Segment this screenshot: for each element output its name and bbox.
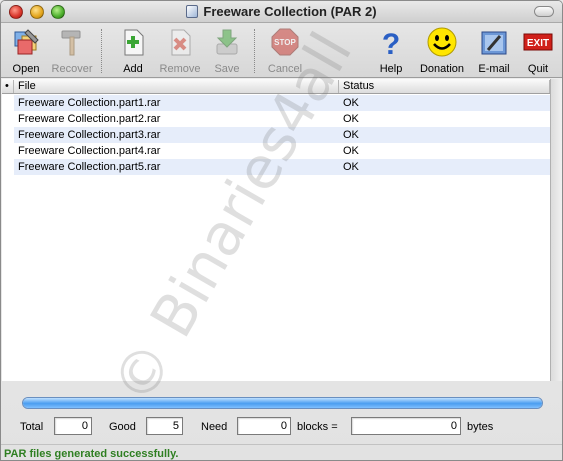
- status-cell: OK: [343, 113, 359, 125]
- total-label: Total: [20, 421, 44, 433]
- status-cell: OK: [343, 97, 359, 109]
- good-field: 5: [146, 417, 183, 435]
- progress-bar: [22, 397, 543, 409]
- file-cell: Freeware Collection.part5.rar: [18, 161, 161, 173]
- cancel-label: Cancel: [267, 63, 303, 75]
- stop-icon: STOP: [269, 26, 301, 58]
- save-button[interactable]: Save: [203, 26, 251, 76]
- exit-icon: EXIT: [522, 26, 554, 58]
- status-cell: OK: [343, 129, 359, 141]
- donation-button[interactable]: Donation: [418, 26, 466, 76]
- quit-button[interactable]: EXIT Quit: [514, 26, 562, 76]
- table-row[interactable]: Freeware Collection.part1.rar OK: [14, 95, 550, 111]
- column-header-file[interactable]: File: [14, 80, 339, 93]
- table-row[interactable]: Freeware Collection.part2.rar OK: [14, 111, 550, 127]
- toolbar-toggle-button[interactable]: [534, 6, 554, 17]
- table-row[interactable]: Freeware Collection.part4.rar OK: [14, 143, 550, 159]
- open-icon: [10, 26, 42, 58]
- save-icon: [211, 26, 243, 58]
- app-window: Freeware Collection (PAR 2) Open Recover…: [0, 0, 563, 461]
- window-title: Freeware Collection (PAR 2): [203, 4, 377, 19]
- toolbar-separator: [101, 29, 102, 73]
- cancel-button[interactable]: STOP Cancel: [261, 26, 309, 76]
- total-field: 0: [54, 417, 92, 435]
- need-label: Need: [201, 421, 228, 433]
- status-message: PAR files generated successfully.: [1, 444, 562, 460]
- vertical-scrollbar[interactable]: [550, 79, 562, 381]
- recover-label: Recover: [51, 63, 93, 75]
- remove-file-icon: [164, 26, 196, 58]
- mail-icon: [478, 26, 510, 58]
- table-row[interactable]: Freeware Collection.part3.rar OK: [14, 127, 550, 143]
- file-cell: Freeware Collection.part3.rar: [18, 129, 161, 141]
- status-cell: OK: [343, 161, 359, 173]
- exit-icon-text: EXIT: [527, 38, 549, 49]
- table-row[interactable]: Freeware Collection.part5.rar OK: [14, 159, 550, 175]
- help-button[interactable]: ? Help: [367, 26, 415, 76]
- blocks-label: blocks =: [297, 421, 338, 433]
- help-icon-text: ?: [382, 28, 400, 58]
- file-cell: Freeware Collection.part4.rar: [18, 145, 161, 157]
- document-icon: [186, 5, 199, 18]
- need-field: 0: [237, 417, 291, 435]
- progress-bar-fill: [23, 398, 542, 408]
- bytes-field: 0: [351, 417, 461, 435]
- status-cell: OK: [343, 145, 359, 157]
- column-header-marker[interactable]: •: [2, 80, 14, 93]
- block-counts: Total 0 Good 5 Need 0 blocks = 0 bytes: [1, 417, 562, 437]
- smiley-icon: [426, 26, 458, 58]
- toolbar: Open Recover Add Remove Save STOP Cancel…: [1, 23, 562, 78]
- table-header: • File Status: [2, 79, 550, 94]
- file-cell: Freeware Collection.part2.rar: [18, 113, 161, 125]
- save-label: Save: [214, 63, 240, 75]
- help-icon: ?: [375, 26, 407, 61]
- good-label: Good: [109, 421, 136, 433]
- bytes-label: bytes: [467, 421, 494, 433]
- add-file-icon: [117, 26, 149, 58]
- file-cell: Freeware Collection.part1.rar: [18, 97, 161, 109]
- file-table[interactable]: • File Status Freeware Collection.part1.…: [2, 79, 550, 381]
- recover-button[interactable]: Recover: [48, 26, 96, 76]
- column-header-status[interactable]: Status: [339, 80, 550, 93]
- donation-label: Donation: [419, 63, 465, 75]
- quit-label: Quit: [527, 63, 549, 75]
- title-bar: Freeware Collection (PAR 2): [1, 1, 562, 23]
- hammer-icon: [56, 26, 88, 58]
- stop-icon-text: STOP: [274, 38, 296, 47]
